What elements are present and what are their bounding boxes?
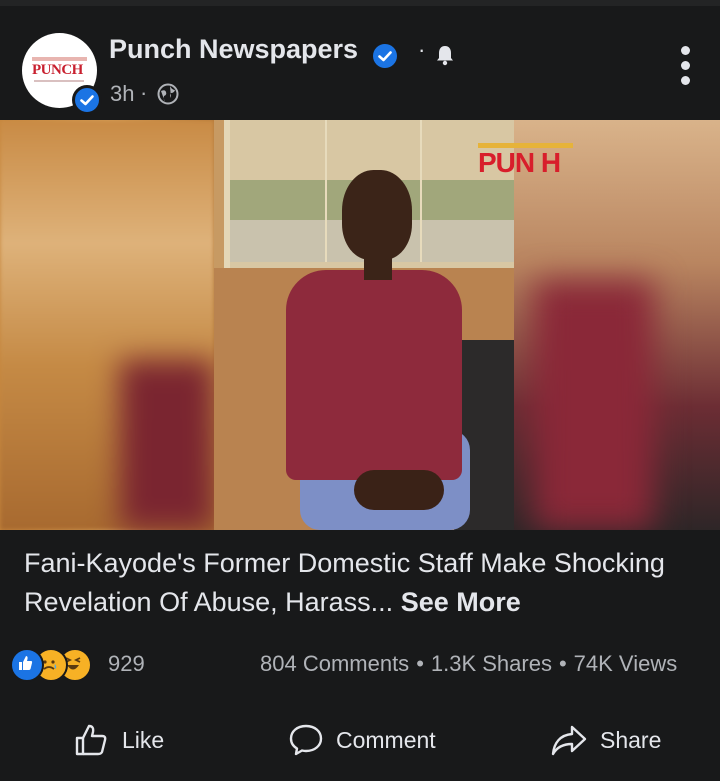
logo-subline (34, 80, 84, 82)
punch-watermark: PUN H (478, 147, 561, 178)
stats-separator: • (558, 651, 567, 676)
reaction-icons[interactable] (10, 648, 106, 682)
more-options-icon[interactable] (672, 46, 698, 86)
post-header: PUNCH Punch Newspapers · 3h · (0, 6, 720, 120)
page-name[interactable]: Punch Newspapers (109, 34, 358, 65)
share-button[interactable]: Share (550, 716, 661, 764)
comment-label: Comment (336, 726, 436, 753)
like-label: Like (122, 726, 165, 753)
thumbs-up-icon (75, 724, 107, 756)
avatar[interactable]: PUNCH (22, 33, 102, 115)
punch-logo: PUNCH (32, 62, 83, 78)
video-thumbnail[interactable]: PUN H (0, 120, 720, 530)
reaction-count[interactable]: 929 (108, 651, 145, 677)
video-frame (214, 120, 514, 530)
header-separator: · (418, 37, 426, 62)
stats-separator: • (416, 651, 424, 676)
caption-text: Fani-Kayode's Former Domestic Staff Make… (24, 548, 665, 617)
like-button[interactable]: Like (72, 716, 164, 764)
action-bar: Like Comment Share (0, 716, 720, 764)
like-icon (10, 648, 44, 682)
person-head (342, 170, 412, 260)
blurred-left-panel (0, 120, 214, 530)
comment-button[interactable]: Comment (288, 716, 436, 764)
bell-icon[interactable] (434, 44, 456, 66)
blurred-right-panel (514, 120, 720, 530)
shares-count[interactable]: 1.3K Shares (431, 651, 552, 676)
views-count: 74K Views (573, 651, 678, 676)
engagement-stats: 804 Comments • 1.3K Shares • 74K Views (260, 651, 677, 677)
share-label: Share (600, 726, 662, 753)
comments-count[interactable]: 804 Comments (260, 651, 409, 676)
verified-icon (373, 44, 397, 68)
post-time[interactable]: 3h (110, 81, 134, 107)
see-more-link[interactable]: See More (401, 587, 521, 617)
post-caption: Fani-Kayode's Former Domestic Staff Make… (24, 544, 704, 622)
person-body (286, 270, 462, 480)
verified-badge-icon (72, 85, 102, 115)
person-hands (354, 470, 444, 510)
share-icon (551, 725, 587, 756)
logo-stripe (32, 57, 87, 61)
globe-icon (157, 83, 179, 105)
comment-icon (289, 724, 323, 756)
time-separator: · (140, 80, 148, 105)
